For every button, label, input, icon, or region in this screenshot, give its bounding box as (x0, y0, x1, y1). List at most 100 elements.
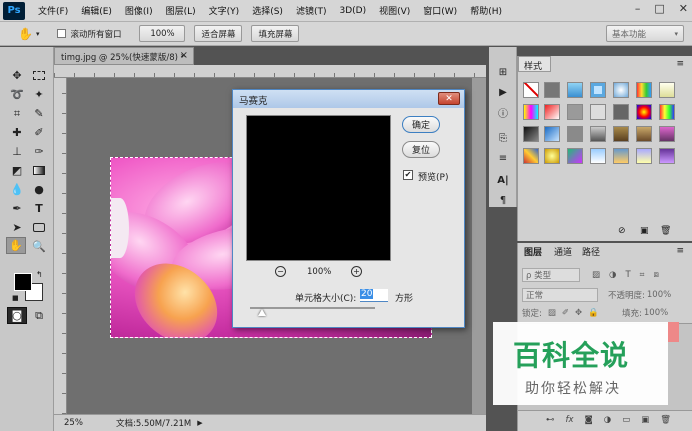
document-tab[interactable]: timg.jpg @ 25%(快速蒙版/8) * × (54, 47, 194, 65)
style-swatch[interactable] (523, 104, 539, 120)
lasso-tool-icon[interactable]: ➰ (7, 86, 27, 103)
tab-close-icon[interactable]: × (180, 50, 188, 61)
style-swatch[interactable] (590, 82, 606, 98)
tab-channels[interactable]: 通道 (554, 245, 572, 259)
clone-source-icon[interactable]: ⎘ (495, 131, 511, 145)
style-swatch[interactable] (659, 82, 675, 98)
style-swatch[interactable] (523, 126, 539, 142)
style-swatch[interactable] (636, 126, 652, 142)
panel-scrollbar[interactable] (668, 322, 679, 342)
style-swatch[interactable] (659, 126, 675, 142)
menu-type[interactable]: 文字(Y) (209, 4, 240, 17)
tab-paths[interactable]: 路径 (582, 245, 600, 259)
scroll-all-checkbox[interactable] (57, 29, 67, 38)
style-swatch[interactable] (523, 148, 539, 164)
path-selection-icon[interactable]: ➤ (7, 219, 27, 236)
panel-menu-icon[interactable]: ≡ (676, 59, 684, 69)
zoom-tool-icon[interactable]: 🔍 (29, 238, 49, 255)
style-swatch[interactable] (544, 104, 560, 120)
new-layer-icon[interactable]: ▣ (641, 415, 649, 425)
panel-menu-icon[interactable]: ≡ (676, 246, 684, 256)
menu-view[interactable]: 视图(V) (379, 4, 410, 17)
dodge-tool-icon[interactable]: ● (29, 181, 49, 198)
style-swatch[interactable] (567, 82, 583, 98)
crop-tool-icon[interactable]: ⌗ (7, 105, 27, 122)
menu-image[interactable]: 图像(I) (125, 4, 153, 17)
history-brush-icon[interactable]: ✑ (29, 143, 49, 160)
minimize-icon[interactable]: – (635, 2, 641, 15)
style-swatch[interactable] (567, 104, 583, 120)
hand-tool-icon[interactable]: ✋ (18, 27, 33, 41)
swap-colors-icon[interactable]: ↰ (36, 270, 43, 279)
filter-preview-pane[interactable] (246, 115, 391, 261)
status-zoom[interactable]: 25% (64, 418, 104, 428)
zoom-100-button[interactable]: 100% (139, 25, 186, 42)
delete-style-icon[interactable]: 🗑 (660, 226, 671, 236)
hand-tool-active-icon[interactable]: ✋ (6, 237, 26, 254)
type-filter-icon[interactable]: T (625, 270, 630, 280)
menu-3d[interactable]: 3D(D) (339, 6, 366, 16)
layer-kind-filter[interactable]: ρ 类型 (522, 268, 580, 282)
dialog-title-bar[interactable]: 马赛克 ✕ (233, 90, 464, 108)
style-swatch[interactable] (544, 148, 560, 164)
lock-position-icon[interactable]: ✥ (575, 308, 582, 318)
style-swatch[interactable] (613, 82, 629, 98)
pen-tool-icon[interactable]: ✒ (7, 200, 27, 217)
shape-filter-icon[interactable]: ⌗ (640, 270, 645, 280)
zoom-in-icon[interactable]: + (351, 266, 362, 277)
move-tool-icon[interactable]: ✥ (7, 67, 27, 84)
zoom-out-icon[interactable]: − (275, 266, 286, 277)
link-layers-icon[interactable]: ⊷ (546, 415, 555, 425)
style-swatch[interactable] (636, 148, 652, 164)
style-swatch[interactable] (544, 126, 560, 142)
maximize-icon[interactable]: □ (654, 2, 664, 15)
menu-help[interactable]: 帮助(H) (470, 4, 502, 17)
menu-layer[interactable]: 图层(L) (166, 4, 196, 17)
foreground-color-swatch[interactable] (14, 273, 32, 291)
adjustment-layer-icon[interactable]: ◑ (604, 415, 611, 425)
workspace-select[interactable]: 基本功能 ▾ (606, 25, 684, 42)
status-menu-arrow-icon[interactable]: ▶ (197, 419, 202, 427)
blend-mode-select[interactable]: 正常 (522, 288, 598, 302)
tool-preset-chevron-icon[interactable]: ▾ (36, 30, 40, 38)
fill-value[interactable]: 100% (644, 308, 668, 318)
smart-object-filter-icon[interactable]: ⧈ (653, 270, 658, 280)
style-swatch[interactable] (636, 104, 652, 120)
style-swatch[interactable] (544, 82, 560, 98)
style-swatch[interactable] (636, 82, 652, 98)
default-colors-icon[interactable]: ■ (12, 294, 19, 302)
actions-play-icon[interactable]: ▶ (495, 85, 511, 99)
fit-screen-button[interactable]: 适合屏幕 (194, 25, 243, 42)
tab-layers[interactable]: 图层 (524, 245, 542, 259)
brush-presets-icon[interactable]: ≡ (495, 151, 511, 165)
style-swatch[interactable] (590, 104, 606, 120)
style-swatch[interactable] (613, 148, 629, 164)
cell-size-slider-track[interactable] (250, 307, 375, 309)
adjustment-filter-icon[interactable]: ◑ (609, 270, 616, 280)
reset-button[interactable]: 复位 (402, 141, 440, 158)
info-panel-icon[interactable]: ⓘ (495, 105, 511, 120)
document-scrollbar[interactable] (472, 78, 486, 414)
new-style-icon[interactable]: ▣ (640, 226, 649, 236)
lock-pixels-icon[interactable]: ✐ (562, 308, 569, 318)
fill-screen-button[interactable]: 填充屏幕 (251, 25, 300, 42)
clone-stamp-icon[interactable]: ⊥ (7, 143, 27, 160)
menu-filter[interactable]: 滤镜(T) (296, 4, 327, 17)
cell-size-slider-thumb[interactable] (258, 309, 266, 316)
fx-icon[interactable]: fx (566, 415, 574, 425)
layer-filter-icons[interactable]: ▨ ◑ T ⌗ ⧈ (592, 268, 659, 282)
delete-layer-icon[interactable]: 🗑 (660, 415, 671, 425)
rectangle-tool-icon[interactable] (29, 219, 49, 236)
style-swatch[interactable] (613, 126, 629, 142)
menu-select[interactable]: 选择(S) (252, 4, 283, 17)
menu-file[interactable]: 文件(F) (38, 4, 68, 17)
menu-edit[interactable]: 编辑(E) (81, 4, 112, 17)
new-group-icon[interactable]: ▭ (622, 415, 630, 425)
type-tool-icon[interactable]: T (29, 200, 49, 217)
opacity-value[interactable]: 100% (647, 290, 671, 300)
menu-window[interactable]: 窗口(W) (423, 4, 457, 17)
blur-tool-icon[interactable]: 💧 (7, 181, 27, 198)
screen-mode-icon[interactable]: ⧉ (29, 307, 49, 324)
healing-brush-icon[interactable]: ✚ (7, 124, 27, 141)
preview-checkbox[interactable]: ✔ (403, 170, 413, 180)
